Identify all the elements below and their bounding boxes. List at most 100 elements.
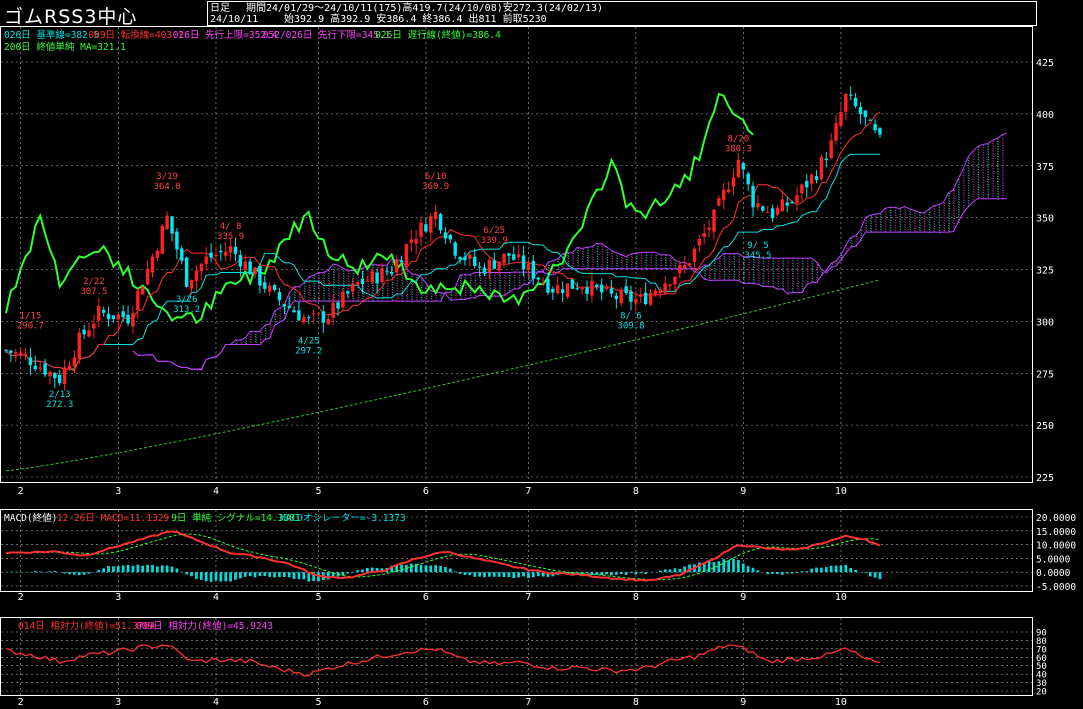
cloud-hatch — [948, 195, 951, 197]
cloud-hatch — [943, 229, 946, 232]
cloud-hatch — [508, 274, 511, 277]
cloud-hatch — [723, 265, 726, 268]
legend-macd-item: 12-26日 MACD=11.1329 — [57, 513, 170, 524]
cloud-hatch — [967, 184, 970, 187]
cloud-hatch — [899, 228, 902, 231]
cloud-hatch — [328, 280, 331, 282]
cloud-hatch — [782, 260, 785, 262]
cloud-hatch — [913, 220, 916, 222]
cloud-hatch — [347, 283, 350, 285]
cloud-hatch — [977, 158, 980, 161]
cloud-hatch — [411, 288, 414, 290]
cloud-hatch — [269, 331, 272, 334]
cloud-hatch — [337, 292, 340, 295]
cloud-hatch — [884, 218, 887, 220]
cloud-hatch — [406, 297, 409, 300]
cloud-hatch — [948, 230, 951, 232]
cloud-hatch — [567, 262, 570, 265]
cloud-hatch — [650, 261, 653, 264]
cloud-hatch — [1001, 167, 1004, 169]
cloud-hatch — [811, 272, 814, 275]
cloud-hatch — [601, 253, 604, 256]
candle-body — [409, 239, 413, 243]
cloud-hatch — [1001, 154, 1004, 157]
cloud-hatch — [923, 217, 926, 220]
legend-rsi-item: 014日 相対力(終値)=51.3764 — [18, 620, 155, 632]
cloud-hatch — [752, 261, 755, 264]
cloud-hatch — [586, 259, 589, 262]
cloud-hatch — [1001, 192, 1004, 194]
price-y-tick: 375 — [1036, 162, 1054, 173]
cloud-hatch — [1001, 147, 1004, 149]
candle-body — [258, 265, 262, 286]
cloud-hatch — [992, 155, 995, 157]
candle-body — [82, 329, 86, 335]
cloud-hatch — [982, 181, 985, 184]
cloud-hatch — [801, 265, 804, 267]
cloud-hatch — [474, 284, 477, 287]
cloud-hatch — [1001, 157, 1004, 159]
candle-body — [526, 263, 531, 270]
cloud-hatch — [601, 266, 604, 268]
cloud-hatch — [464, 289, 467, 292]
cloud-hatch — [747, 281, 750, 284]
cloud-hatch — [376, 294, 379, 297]
cloud-hatch — [396, 282, 399, 285]
candle-body — [209, 252, 213, 258]
cloud-hatch — [606, 254, 609, 256]
candle-body — [878, 128, 882, 135]
cloud-hatch — [494, 287, 497, 289]
cloud-hatch — [962, 187, 965, 189]
cloud-hatch — [811, 265, 814, 267]
cloud-hatch — [982, 176, 985, 179]
cloud-hatch — [459, 277, 462, 280]
cloud-hatch — [757, 272, 760, 274]
cloud-hatch — [860, 232, 863, 234]
cloud-hatch — [865, 227, 868, 229]
cloud-hatch — [811, 275, 814, 277]
cloud-hatch — [865, 222, 868, 224]
cloud-hatch — [630, 263, 633, 266]
annotation-date: 8/ 6 — [620, 312, 642, 322]
cloud-hatch — [933, 225, 936, 228]
cloud-hatch — [913, 225, 916, 227]
cloud-hatch — [923, 215, 926, 218]
cloud-hatch — [708, 269, 711, 272]
macd-x-tick: 2 — [18, 592, 24, 603]
price-x-tick: 10 — [835, 486, 847, 497]
annotation-price: 345.5 — [744, 251, 771, 261]
cloud-hatch — [718, 267, 721, 270]
cloud-hatch — [562, 266, 565, 268]
cloud-hatch — [337, 269, 340, 272]
cloud-hatch — [581, 255, 584, 258]
cloud-hatch — [249, 333, 252, 336]
cloud-hatch — [381, 294, 384, 297]
cloud-hatch — [752, 268, 755, 271]
cloud-hatch — [523, 276, 526, 279]
cloud-hatch — [464, 284, 467, 287]
candle-body — [53, 372, 57, 379]
cloud-hatch — [923, 227, 926, 230]
cloud-hatch — [723, 278, 726, 281]
annotation-date: 2/22 — [83, 277, 105, 287]
candle-body — [726, 189, 731, 193]
cloud-hatch — [997, 168, 999, 170]
cloud-hatch — [372, 297, 374, 299]
cloud-hatch — [708, 272, 711, 274]
cloud-hatch — [728, 270, 731, 273]
candle-body — [67, 365, 72, 370]
cloud-hatch — [977, 148, 980, 151]
cloud-hatch — [987, 178, 990, 181]
cloud-hatch — [982, 166, 985, 169]
cloud-hatch — [508, 284, 511, 287]
cloud-hatch — [997, 148, 999, 150]
cloud-hatch — [572, 257, 575, 260]
candle-body — [648, 292, 653, 305]
rsi-x-tick: 6 — [423, 697, 429, 708]
cloud-hatch — [923, 220, 926, 223]
cloud-hatch — [420, 289, 423, 291]
cloud-hatch — [1001, 139, 1004, 142]
candle-body — [4, 349, 8, 351]
cloud-hatch — [738, 278, 741, 281]
candle-body — [136, 290, 140, 311]
